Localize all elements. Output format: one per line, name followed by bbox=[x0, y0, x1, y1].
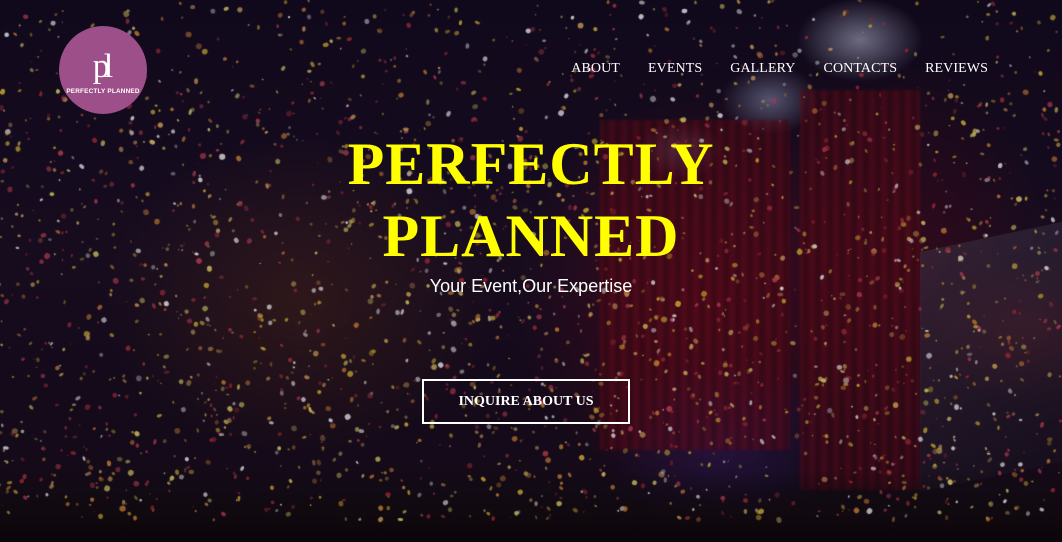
hero-title-line-1: PERFECTLY bbox=[347, 131, 715, 197]
nav-events[interactable]: EVENTS bbox=[648, 61, 702, 77]
main-navigation: ABOUT EVENTS GALLERY CONTACTS REVIEWS bbox=[543, 61, 988, 77]
nav-contacts[interactable]: CONTACTS bbox=[824, 61, 898, 77]
nav-gallery[interactable]: GALLERY bbox=[730, 61, 795, 77]
hero-subtitle: Your Event,Our Expertise bbox=[429, 276, 633, 296]
logo-monogram: pl bbox=[92, 47, 114, 85]
logo-text: PERFECTLY PLANNED bbox=[66, 87, 140, 95]
brand-logo[interactable]: pl PERFECTLY PLANNED bbox=[59, 26, 147, 114]
hero-title-line-2: PLANNED bbox=[382, 203, 680, 269]
nav-about[interactable]: ABOUT bbox=[571, 61, 620, 77]
inquire-button[interactable]: INQUIRE ABOUT US bbox=[422, 379, 630, 424]
hero-title: PERFECTLY PLANNED bbox=[0, 128, 1062, 272]
nav-reviews[interactable]: REVIEWS bbox=[925, 61, 988, 77]
